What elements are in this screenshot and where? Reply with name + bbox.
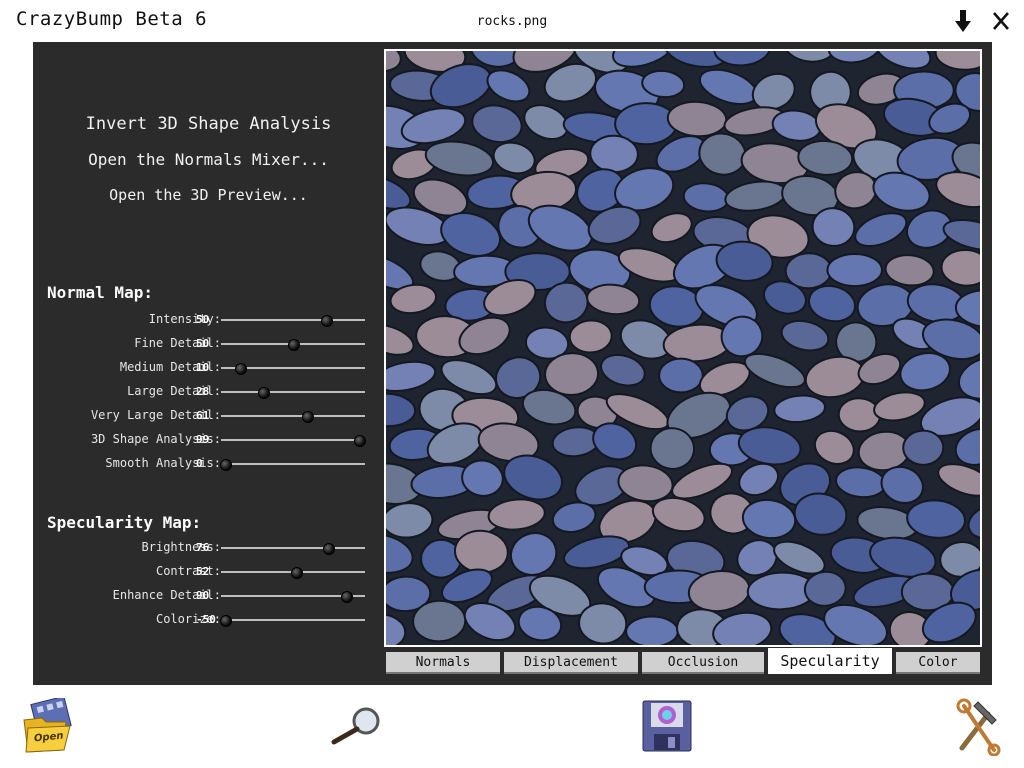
slider-track[interactable] — [221, 315, 365, 327]
slider-value: 76 — [196, 541, 210, 554]
slider-smooth-analysis: Smooth Analysis: 0 — [33, 454, 384, 474]
slider-very-large-detail: Very Large Detail: 61 — [33, 406, 384, 426]
slider-contrast: Contrast: 52 — [33, 562, 384, 582]
tab-color[interactable]: Color — [896, 652, 980, 674]
slider-track[interactable] — [220, 615, 365, 627]
slider-track[interactable] — [221, 411, 365, 423]
slider-knob[interactable] — [290, 567, 303, 579]
slider-track[interactable] — [221, 339, 365, 351]
tab-occlusion[interactable]: Occlusion — [642, 652, 764, 674]
rock-stone — [826, 252, 883, 288]
slider-brightness: Brightness: 76 — [33, 538, 384, 558]
slider-3d-shape-analysis: 3D Shape Analysis: 99 — [33, 430, 384, 450]
slider-label: Contrast: — [155, 564, 221, 578]
tab-specularity[interactable]: Specularity — [768, 648, 892, 674]
file-name: rocks.png — [476, 14, 548, 29]
save-button[interactable] — [642, 700, 692, 752]
slider-knob[interactable] — [220, 459, 233, 471]
rock-stone — [412, 599, 467, 643]
floppy-disk-icon — [642, 700, 692, 752]
close-x-icon — [993, 12, 1009, 30]
slider-intensity: Intensity: 50 — [33, 310, 384, 330]
slider-value: 50 — [196, 313, 210, 326]
slider-label: Smooth Analysis: — [105, 456, 221, 470]
tab-displacement[interactable]: Displacement — [504, 652, 638, 674]
slider-knob[interactable] — [354, 435, 367, 447]
slider-value: 0 — [196, 457, 203, 470]
open-3d-preview-link[interactable]: Open the 3D Preview... — [33, 186, 384, 204]
slider-knob[interactable] — [321, 315, 334, 327]
slider-track[interactable] — [221, 363, 365, 375]
close-button[interactable] — [988, 6, 1014, 36]
invert-3d-shape-link[interactable]: Invert 3D Shape Analysis — [33, 114, 384, 134]
open-folder-icon — [23, 695, 72, 753]
specularity-map-heading: Specularity Map: — [47, 513, 202, 532]
slider-track[interactable] — [221, 543, 365, 555]
slider-knob[interactable] — [257, 387, 270, 399]
slider-track[interactable] — [221, 567, 365, 579]
rock-stone — [625, 615, 679, 645]
slider-value: -50 — [196, 613, 216, 626]
slider-value: 99 — [196, 433, 210, 446]
minimize-button[interactable] — [950, 6, 976, 36]
open-button[interactable]: Open — [22, 695, 74, 756]
slider-value: 28 — [196, 385, 210, 398]
slider-value: 61 — [196, 409, 210, 422]
down-arrow-icon — [955, 10, 971, 32]
slider-fine-detail: Fine Detail: 50 — [33, 334, 384, 354]
slider-track[interactable] — [220, 459, 365, 471]
tab-normals[interactable]: Normals — [386, 652, 500, 674]
rock-stone — [658, 357, 704, 394]
slider-enhance-detail: Enhance Detail: 90 — [33, 586, 384, 606]
slider-value: 50 — [196, 337, 210, 350]
settings-button[interactable] — [952, 696, 1002, 757]
slider-knob[interactable] — [234, 363, 247, 375]
rock-texture-image — [386, 51, 980, 645]
zoom-button[interactable] — [330, 704, 384, 746]
slider-knob[interactable] — [220, 615, 233, 627]
slider-value: 10 — [196, 361, 210, 374]
slider-knob[interactable] — [288, 339, 300, 351]
slider-knob[interactable] — [341, 591, 354, 603]
slider-knob[interactable] — [322, 543, 335, 555]
slider-track[interactable] — [221, 591, 365, 603]
slider-medium-detail: Medium Detail: 10 — [33, 358, 384, 378]
slider-large-detail: Large Detail: 28 — [33, 382, 384, 402]
open-normals-mixer-link[interactable]: Open the Normals Mixer... — [33, 150, 384, 169]
slider-value: 90 — [196, 589, 210, 602]
slider-colorize: Colorize: -50 — [33, 610, 384, 630]
rock-stone — [902, 429, 945, 466]
texture-preview[interactable] — [384, 49, 982, 647]
slider-track[interactable] — [221, 387, 365, 399]
slider-label: Intensity: — [148, 312, 221, 326]
magnifier-icon — [331, 707, 380, 745]
normal-map-heading: Normal Map: — [47, 283, 153, 302]
slider-knob[interactable] — [302, 411, 315, 423]
slider-track[interactable] — [221, 435, 367, 447]
tools-icon — [956, 698, 1001, 757]
slider-value: 52 — [196, 565, 210, 578]
